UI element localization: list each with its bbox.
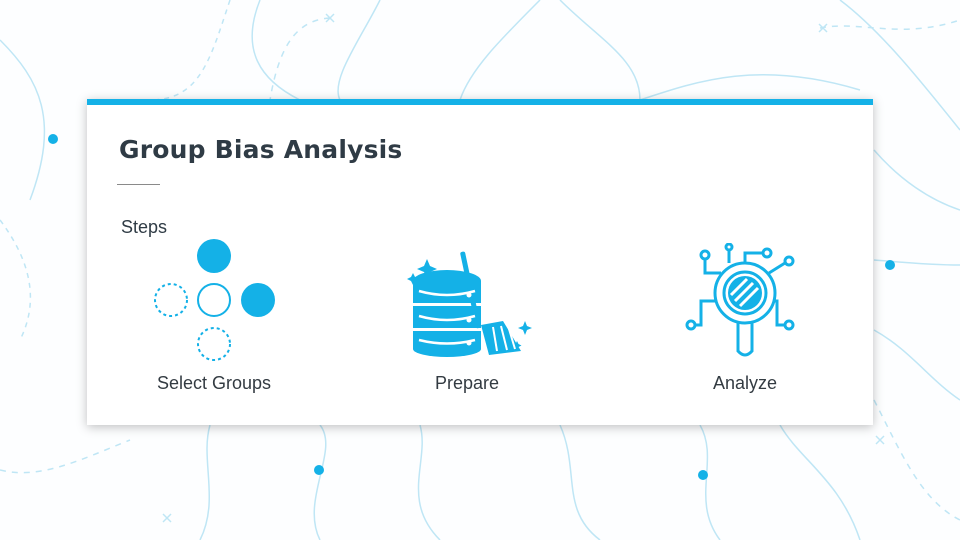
group-circles-icon: [154, 239, 275, 361]
background-line: [417, 424, 441, 540]
background-line: [149, 0, 231, 101]
background-line: [0, 39, 46, 201]
step-prepare[interactable]: Prepare: [382, 105, 552, 393]
background-line: [779, 424, 861, 540]
background-line: [0, 439, 131, 474]
background-dot: [48, 134, 58, 144]
background-cross-icon: [162, 513, 172, 523]
background-line: [639, 73, 861, 101]
magnifier-circuit-icon: [685, 243, 795, 357]
background-line: [873, 399, 960, 521]
background-line: [559, 0, 641, 101]
background-dot: [314, 465, 324, 475]
step-label-select-groups: Select Groups: [156, 373, 272, 393]
background-line: [313, 424, 327, 540]
background-cross-icon: [875, 435, 885, 445]
background-line: [459, 0, 541, 101]
background-line: [0, 219, 32, 341]
step-label-prepare: Prepare: [434, 373, 500, 393]
step-label-analyze: Analyze: [712, 373, 778, 393]
background-line: [699, 424, 721, 540]
background-line: [873, 329, 960, 401]
background-line: [199, 424, 211, 540]
background-line: [251, 0, 301, 101]
background-line: [337, 0, 381, 101]
database-broom-icon: [407, 251, 532, 357]
step-select-groups[interactable]: Select Groups: [129, 105, 299, 393]
background-dot: [885, 260, 895, 270]
background-line: [559, 424, 601, 540]
background-line: [873, 149, 960, 211]
step-analyze[interactable]: Analyze: [660, 105, 830, 393]
background-line: [819, 19, 960, 30]
group-bias-card: Group Bias Analysis Steps Select Groups: [87, 99, 873, 425]
background-dot: [698, 470, 708, 480]
slide: Group Bias Analysis Steps Select Groups: [0, 0, 960, 540]
